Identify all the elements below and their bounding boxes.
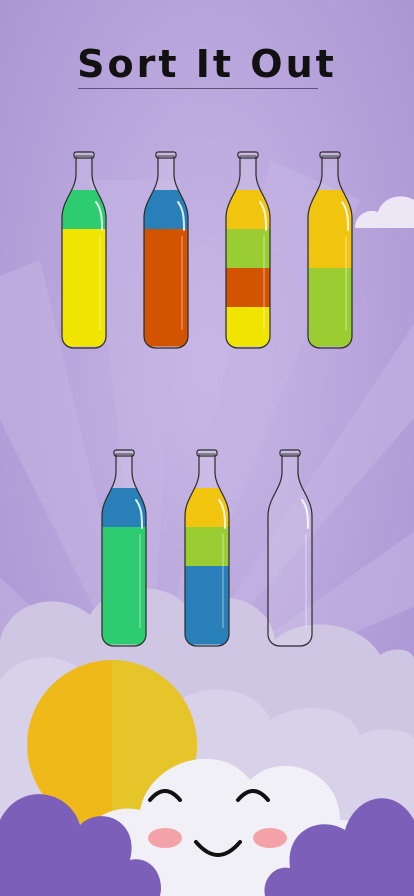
liquid-layer-orange_red: [144, 268, 188, 308]
bottle-1[interactable]: [60, 150, 108, 350]
liquid-layer-green: [102, 527, 146, 567]
title-underline: [78, 88, 318, 89]
bottle-7[interactable]: [266, 448, 314, 648]
liquid-layer-orange_red: [144, 307, 188, 347]
liquid-layer-yellow: [62, 307, 106, 347]
bottle-3[interactable]: [224, 150, 272, 350]
liquid-layer-blue: [185, 605, 229, 645]
liquid-layer-lime: [226, 229, 270, 269]
liquid-layer-yellow: [62, 268, 106, 308]
bottle-5[interactable]: [100, 448, 148, 648]
liquid-layer-orange_red: [226, 268, 270, 308]
liquid-layer-green: [102, 605, 146, 645]
liquid-layer-green: [102, 566, 146, 606]
game-title: Sort It Out: [77, 42, 337, 86]
liquid-layer-orange_red: [144, 229, 188, 269]
liquid-layer-lime: [308, 268, 352, 308]
liquid-layer-amber: [308, 229, 352, 269]
liquid-layer-blue: [185, 566, 229, 606]
liquid-layer-yellow: [226, 307, 270, 347]
bottle-2[interactable]: [142, 150, 190, 350]
bottle-6[interactable]: [183, 448, 231, 648]
liquid-layer-lime: [308, 307, 352, 347]
bottle-4[interactable]: [306, 150, 354, 350]
liquid-layer-yellow: [62, 229, 106, 269]
liquid-layer-lime: [185, 527, 229, 567]
